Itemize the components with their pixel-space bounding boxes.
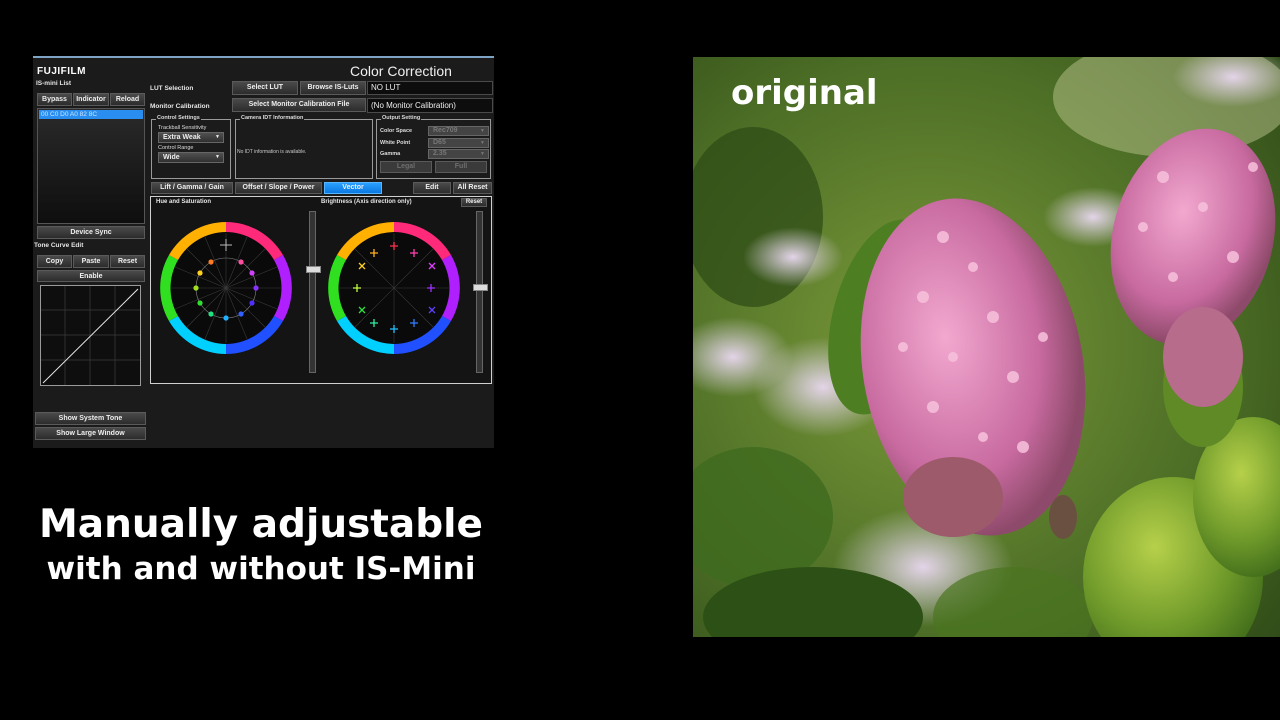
brightness-label: Brightness (Axis direction only) bbox=[321, 199, 412, 205]
indicator-button[interactable]: Indicator bbox=[73, 93, 109, 106]
slider-handle[interactable] bbox=[473, 284, 488, 291]
fujifilm-logo: FUJIFILM bbox=[37, 66, 86, 77]
device-sync-button[interactable]: Device Sync bbox=[37, 226, 145, 239]
select-monitor-calibration-button[interactable]: Select Monitor Calibration File bbox=[232, 98, 366, 112]
output-setting-group: Output Setting Color Space Rec709 ▼ Whit… bbox=[376, 115, 491, 179]
control-range-value: Wide bbox=[163, 154, 180, 161]
tone-curve-label: Tone Curve Edit bbox=[34, 242, 84, 249]
legal-button[interactable]: Legal bbox=[380, 161, 432, 173]
caption-line-1: Manually adjustable bbox=[39, 502, 483, 547]
color-space-label: Color Space bbox=[380, 128, 413, 134]
color-space-value: Rec709 bbox=[433, 127, 458, 134]
vector-panel: Hue and Saturation Brightness (Axis dire… bbox=[150, 196, 492, 384]
tab-vector[interactable]: Vector bbox=[324, 182, 382, 194]
brightness-wheel[interactable] bbox=[323, 217, 473, 367]
all-reset-button[interactable]: All Reset bbox=[453, 182, 492, 194]
chevron-down-icon: ▼ bbox=[215, 134, 220, 140]
idt-message: No IDT information is available. bbox=[237, 149, 307, 155]
list-item[interactable]: 00 C0 D0 A0 82 8C bbox=[39, 110, 143, 119]
chevron-down-icon: ▼ bbox=[480, 140, 485, 146]
gamma-select[interactable]: 2.35 ▼ bbox=[428, 149, 489, 159]
select-lut-button[interactable]: Select LUT bbox=[232, 81, 298, 95]
gamma-value: 2.35 bbox=[433, 150, 447, 157]
lut-selection-label: LUT Selection bbox=[150, 85, 194, 92]
paste-button[interactable]: Paste bbox=[73, 255, 109, 268]
output-setting-title: Output Setting bbox=[381, 115, 422, 121]
white-point-label: White Point bbox=[380, 140, 411, 146]
brightness-slider[interactable] bbox=[473, 211, 488, 373]
gamma-label: Gamma bbox=[380, 151, 401, 157]
saturation-slider[interactable] bbox=[306, 211, 321, 373]
tab-lift-gamma-gain[interactable]: Lift / Gamma / Gain bbox=[151, 182, 233, 194]
white-point-select[interactable]: D65 ▼ bbox=[428, 138, 489, 148]
trackball-sensitivity-select[interactable]: Extra Weak ▼ bbox=[158, 132, 224, 143]
edit-button[interactable]: Edit bbox=[413, 182, 451, 194]
copy-button[interactable]: Copy bbox=[37, 255, 72, 268]
is-mini-list[interactable]: 00 C0 D0 A0 82 8C bbox=[37, 108, 145, 224]
white-point-value: D65 bbox=[433, 139, 446, 146]
lut-value-field: NO LUT bbox=[367, 81, 493, 95]
show-system-tone-button[interactable]: Show System Tone bbox=[35, 412, 146, 425]
control-range-label: Control Range bbox=[158, 145, 194, 151]
original-label: original bbox=[731, 73, 878, 113]
color-correction-window: FUJIFILM Color Correction IS-mini List B… bbox=[33, 56, 494, 448]
chevron-down-icon: ▼ bbox=[215, 154, 220, 160]
camera-idt-group: Camera IDT Information No IDT informatio… bbox=[235, 115, 373, 179]
tone-curve-graph[interactable] bbox=[40, 285, 141, 386]
bypass-button[interactable]: Bypass bbox=[37, 93, 72, 106]
lilac-photo: original bbox=[693, 57, 1280, 637]
caption-line-2: with and without IS-Mini bbox=[46, 551, 476, 587]
window-title: Color Correction bbox=[350, 63, 452, 79]
hue-saturation-wheel[interactable] bbox=[155, 217, 305, 367]
reset-tone-button[interactable]: Reset bbox=[110, 255, 145, 268]
camera-idt-title: Camera IDT Information bbox=[240, 115, 305, 121]
slider-handle[interactable] bbox=[306, 266, 321, 273]
trackball-sensitivity-value: Extra Weak bbox=[163, 134, 201, 141]
control-settings-title: Control Settings bbox=[156, 115, 201, 121]
hue-saturation-label: Hue and Saturation bbox=[156, 199, 212, 205]
is-mini-list-label: IS-mini List bbox=[36, 80, 72, 87]
enable-button[interactable]: Enable bbox=[37, 270, 145, 282]
reset-vector-button[interactable]: Reset bbox=[461, 198, 487, 207]
lilac-image bbox=[693, 57, 1280, 637]
trackball-sensitivity-label: Trackball Sensitivity bbox=[158, 125, 207, 131]
color-space-select[interactable]: Rec709 ▼ bbox=[428, 126, 489, 136]
chevron-down-icon: ▼ bbox=[480, 128, 485, 134]
show-large-window-button[interactable]: Show Large Window bbox=[35, 427, 146, 440]
browse-luts-button[interactable]: Browse IS-Luts bbox=[300, 81, 366, 95]
control-settings-group: Control Settings Trackball Sensitivity E… bbox=[151, 115, 231, 179]
full-button[interactable]: Full bbox=[435, 161, 487, 173]
monitor-calibration-field: (No Monitor Calibration) bbox=[367, 98, 493, 113]
tab-offset-slope-power[interactable]: Offset / Slope / Power bbox=[235, 182, 322, 194]
chevron-down-icon: ▼ bbox=[480, 151, 485, 157]
control-range-select[interactable]: Wide ▼ bbox=[158, 152, 224, 163]
reload-button[interactable]: Reload bbox=[110, 93, 145, 106]
monitor-calibration-label: Monitor Calibration bbox=[150, 103, 210, 110]
